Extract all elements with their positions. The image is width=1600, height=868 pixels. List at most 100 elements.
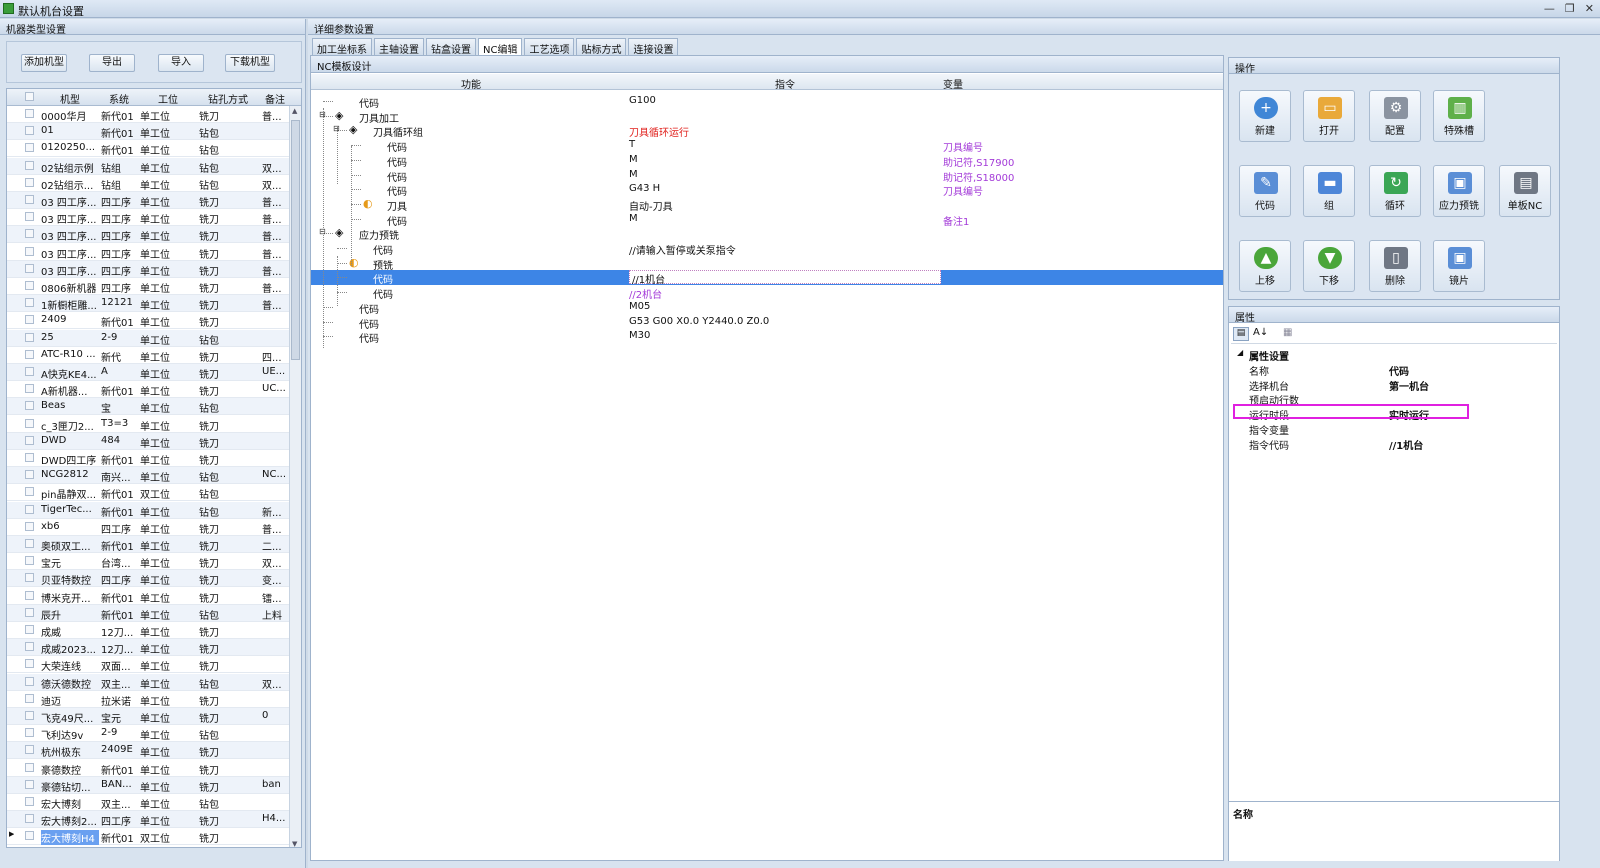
- row-checkbox[interactable]: [25, 539, 34, 548]
- property-row[interactable]: 指令代码 //1机台: [1229, 436, 1559, 452]
- op-button-trash[interactable]: ▯ 删除: [1369, 240, 1421, 292]
- row-checkbox[interactable]: [25, 263, 34, 273]
- row-checkbox[interactable]: [25, 384, 34, 394]
- row-checkbox[interactable]: [25, 504, 34, 514]
- row-checkbox[interactable]: [25, 745, 34, 755]
- row-checkbox[interactable]: [25, 195, 34, 204]
- tree-row[interactable]: 代码 M 助记符,S17900: [311, 153, 1223, 169]
- table-row[interactable]: c_3匣刀2... T3=3 单工位 铣刀: [7, 416, 291, 433]
- tree-row[interactable]: 代码 M 备注1: [311, 212, 1223, 228]
- table-row[interactable]: 宝元 台湾... 单工位 铣刀 双...: [7, 553, 291, 571]
- grid-scrollbar[interactable]: ▲ ▼: [289, 106, 301, 847]
- tree-row[interactable]: ⊟ ◈ 刀具循环组 刀具循环运行: [311, 123, 1223, 139]
- tab-6[interactable]: 连接设置: [628, 38, 679, 56]
- row-checkbox[interactable]: [25, 229, 34, 239]
- row-checkbox[interactable]: [25, 470, 34, 480]
- row-checkbox[interactable]: [25, 143, 34, 153]
- op-button-pre-mill[interactable]: ▣ 应力预铣: [1433, 165, 1485, 217]
- collapse-icon[interactable]: ◢: [1237, 348, 1243, 357]
- property-row[interactable]: 指令变量: [1229, 421, 1559, 437]
- table-row[interactable]: ▶ 宏大博刻H4 新代01 双工位 铣刀: [7, 828, 291, 846]
- tree-row[interactable]: 代码//1机台: [311, 270, 1223, 286]
- scroll-down-icon[interactable]: ▼: [292, 840, 297, 847]
- table-row[interactable]: 德沃德数控 双主... 单工位 钻包 双...: [7, 673, 291, 691]
- property-category[interactable]: ◢ 属性设置: [1229, 347, 1559, 363]
- row-checkbox[interactable]: [25, 367, 34, 376]
- row-checkbox[interactable]: [25, 814, 34, 824]
- table-row[interactable]: 0806新机器 四工序 单工位 铣刀 普...: [7, 278, 291, 295]
- op-button-book[interactable]: ▤ 单板NC: [1499, 165, 1551, 217]
- table-row[interactable]: A快克KE4... A 单工位 铣刀 UE...: [7, 364, 291, 381]
- row-checkbox[interactable]: [25, 212, 34, 222]
- tab-0[interactable]: 加工坐标系: [312, 38, 372, 56]
- property-row[interactable]: 选择机台 第一机台: [1229, 377, 1559, 393]
- table-row[interactable]: DWD四工序 新代01 单工位 铣刀: [7, 450, 291, 467]
- table-row[interactable]: 成威 12刀... 单工位 铣刀: [7, 622, 291, 639]
- row-checkbox[interactable]: [25, 332, 34, 342]
- property-row[interactable]: 名称 代码: [1229, 362, 1559, 378]
- table-row[interactable]: 辰升 新代01 单工位 钻包 上料: [7, 604, 291, 622]
- tree-command[interactable]: //1机台: [629, 270, 941, 286]
- table-row[interactable]: 03 四工序... 四工序 单工位 铣刀 普...: [7, 260, 291, 278]
- table-row[interactable]: 0000华月 新代01 单工位 铣刀 普...: [7, 106, 291, 123]
- op-button-loop[interactable]: ↻ 循环: [1369, 165, 1421, 217]
- table-row[interactable]: ATC-R10 ... 新代 单工位 铣刀 四...: [7, 347, 291, 364]
- sort-alpha-icon[interactable]: A↓: [1253, 327, 1268, 338]
- row-checkbox[interactable]: [25, 160, 34, 170]
- row-checkbox[interactable]: [25, 109, 34, 118]
- tree-row[interactable]: ◐ 预铣: [311, 256, 1223, 272]
- row-checkbox[interactable]: [25, 487, 34, 497]
- row-checkbox[interactable]: [25, 625, 34, 634]
- tab-1[interactable]: 主轴设置: [374, 38, 424, 56]
- table-row[interactable]: xb6 四工序 单工位 铣刀 普...: [7, 519, 291, 536]
- property-pages-icon[interactable]: ▦: [1283, 327, 1292, 338]
- table-row[interactable]: 01 新代01 单工位 钻包: [7, 123, 291, 141]
- scrollbar-thumb[interactable]: [291, 120, 300, 360]
- minimize-button[interactable]: —: [1544, 2, 1555, 15]
- row-checkbox[interactable]: [25, 521, 34, 531]
- table-row[interactable]: pin晶静双... 新代01 双工位 钻包: [7, 484, 291, 502]
- table-row[interactable]: 1新橱柜雕... 12121 单工位 铣刀 普...: [7, 295, 291, 313]
- row-checkbox[interactable]: [25, 693, 34, 703]
- table-row[interactable]: 02钻组示例 钻组 单工位 钻包 双...: [7, 157, 291, 175]
- row-checkbox[interactable]: [25, 779, 34, 789]
- table-row[interactable]: 宏大博刻 双主... 单工位 钻包: [7, 794, 291, 811]
- col-header-remark[interactable]: 备注: [259, 91, 291, 106]
- tree-row[interactable]: 代码 G100: [311, 94, 1223, 110]
- row-checkbox[interactable]: [25, 177, 34, 187]
- tree-row[interactable]: 代码//2机台: [311, 285, 1223, 301]
- op-button-mirror[interactable]: ▣ 镜片: [1433, 240, 1485, 292]
- table-row[interactable]: TigerTec... 新代01 单工位 钻包 新...: [7, 501, 291, 519]
- table-row[interactable]: 博米克开... 新代01 单工位 铣刀 镭...: [7, 588, 291, 605]
- row-checkbox[interactable]: [25, 762, 34, 772]
- scroll-up-icon[interactable]: ▲: [292, 107, 297, 115]
- table-row[interactable]: 03 四工序... 四工序 单工位 铣刀 普...: [7, 209, 291, 227]
- table-row[interactable]: 成威2023... 12刀... 单工位 铣刀: [7, 639, 291, 657]
- table-row[interactable]: 迪迈 拉米诺 单工位 铣刀: [7, 691, 291, 708]
- table-row[interactable]: 02钻组示... 钻组 单工位 钻包 双...: [7, 175, 291, 192]
- op-button-group[interactable]: ▬ 组: [1303, 165, 1355, 217]
- op-button-arrow-up[interactable]: ▲ 上移: [1239, 240, 1291, 292]
- row-checkbox[interactable]: [25, 659, 34, 669]
- tree-row[interactable]: ⊟ ◈ 刀具加工: [311, 109, 1223, 125]
- table-row[interactable]: 03 四工序... 四工序 单工位 铣刀 普...: [7, 192, 291, 209]
- restore-button[interactable]: ❐: [1565, 2, 1575, 15]
- row-checkbox[interactable]: [25, 831, 34, 841]
- close-button[interactable]: ✕: [1585, 2, 1594, 15]
- tab-5[interactable]: 贴标方式: [576, 38, 627, 56]
- row-checkbox[interactable]: [25, 315, 34, 325]
- tree-row[interactable]: 代码 M30: [311, 329, 1223, 345]
- tree-row[interactable]: 代码//请输入暂停或关泵指令: [311, 241, 1223, 257]
- row-checkbox[interactable]: [25, 607, 34, 617]
- tree-row[interactable]: ⊟ ◈ 应力预铣: [311, 226, 1223, 242]
- row-checkbox[interactable]: [25, 556, 34, 566]
- nc-col-command[interactable]: 指令: [775, 76, 795, 91]
- add-machine-button[interactable]: 添加机型: [21, 54, 67, 72]
- tree-row[interactable]: 代码 T 刀具编号: [311, 138, 1223, 154]
- op-button-gear[interactable]: ⚙ 配置: [1369, 90, 1421, 142]
- tab-2[interactable]: 钻盒设置: [426, 38, 476, 56]
- tree-row[interactable]: ◐ 刀具 自动-刀具: [311, 197, 1223, 213]
- table-row[interactable]: NCG2812 南兴... 单工位 钻包 NC...: [7, 467, 291, 485]
- row-checkbox[interactable]: [25, 728, 34, 738]
- export-button[interactable]: 导出: [89, 54, 135, 72]
